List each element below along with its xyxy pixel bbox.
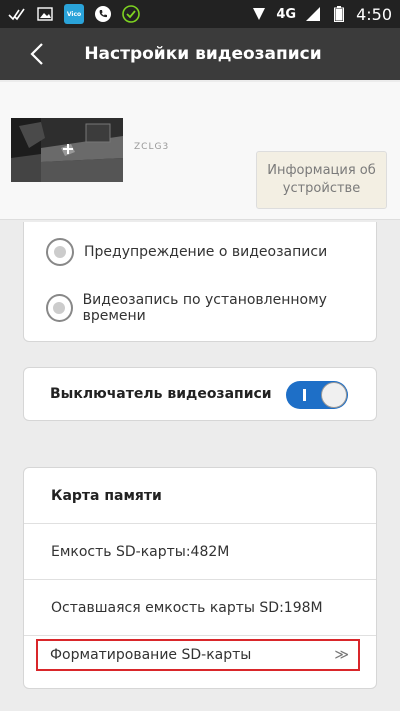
- check-circle-icon: [122, 5, 140, 23]
- status-bar: Vico 4G 4:50: [0, 0, 400, 28]
- recording-switch-card: Выключатель видеозаписи: [23, 367, 377, 421]
- page-title: Настройки видеозаписи: [84, 44, 322, 64]
- double-chevron-right-icon: ≫: [334, 647, 349, 663]
- radio-label: Предупреждение о видеозаписи: [84, 244, 328, 260]
- device-name: ZCLG3: [134, 142, 170, 152]
- recording-mode-card: Предупреждение о видеозаписи Видеозапись…: [23, 222, 377, 342]
- radio-option-alert[interactable]: Предупреждение о видеозаписи: [46, 238, 327, 266]
- sd-capacity-row: Емкость SD-карты:482M: [24, 523, 376, 579]
- memory-card-title: Карта памяти: [51, 488, 162, 504]
- image-icon: [36, 6, 54, 22]
- radio-button[interactable]: [46, 294, 73, 322]
- sd-remaining-row: Оставшаяся емкость карты SD:198M: [24, 579, 376, 635]
- check-mark-icon: [8, 6, 26, 22]
- radio-label: Видеозапись по установленному времени: [82, 292, 327, 324]
- format-divider: [24, 635, 376, 636]
- signal-icon: [304, 6, 322, 22]
- device-info-button[interactable]: Информация об устройстве: [256, 151, 387, 209]
- battery-icon: [330, 6, 348, 22]
- network-type: 4G: [276, 6, 297, 22]
- vibrate-icon: [250, 6, 268, 22]
- recording-switch-label: Выключатель видеозаписи: [50, 386, 272, 402]
- memory-card-card: Карта памяти Емкость SD-карты:482M Остав…: [23, 467, 377, 689]
- format-sd-card-button[interactable]: Форматирование SD-карты ≫: [36, 639, 360, 671]
- recording-toggle-switch[interactable]: [286, 381, 348, 409]
- back-arrow-icon[interactable]: [26, 40, 50, 68]
- phone-icon: [94, 6, 112, 22]
- top-app-bar: Настройки видеозаписи: [0, 28, 400, 80]
- clock: 4:50: [356, 4, 392, 24]
- radio-button[interactable]: [46, 238, 74, 266]
- radio-option-scheduled[interactable]: Видеозапись по установленному времени: [46, 292, 376, 324]
- sd-remaining-text: Оставшаяся емкость карты SD:198M: [51, 599, 323, 616]
- app-icon: Vico: [64, 4, 84, 24]
- format-sd-card-label: Форматирование SD-карты: [50, 647, 252, 663]
- camera-thumbnail[interactable]: [11, 118, 123, 182]
- sd-capacity-text: Емкость SD-карты:482M: [51, 543, 230, 560]
